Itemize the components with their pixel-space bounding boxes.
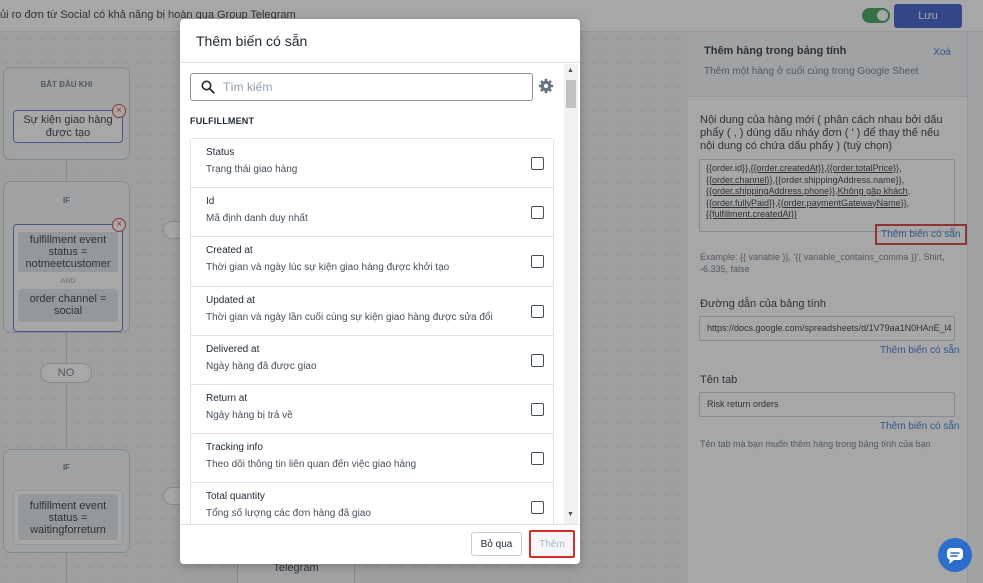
modal-scrollbar[interactable] [564, 64, 578, 524]
variable-name: Delivered at [206, 343, 260, 355]
modal-title: Thêm biến có sẵn [180, 19, 580, 63]
variable-desc: Thời gian và ngày lần cuối cùng sự kiện … [206, 311, 493, 323]
section-label: FULFILLMENT [190, 116, 255, 126]
variable-checkbox[interactable] [531, 206, 544, 220]
variable-desc: Ngày hàng đã được giao [206, 360, 317, 372]
modal-footer: Bỏ qua Thêm [180, 524, 580, 564]
variable-list: Status Trạng thái giao hàng Id Mã định d… [190, 138, 554, 524]
variable-item-delivered-at[interactable]: Delivered at Ngày hàng đã được giao [191, 335, 553, 385]
modal-body: FULFILLMENT Status Trạng thái giao hàng … [180, 64, 580, 524]
add-button[interactable]: Thêm [529, 530, 575, 558]
variable-desc: Thời gian và ngày lúc sự kiện giao hàng … [206, 262, 450, 274]
scroll-up-icon[interactable]: ▲ [567, 67, 574, 74]
variable-checkbox[interactable] [531, 452, 544, 466]
search-icon [201, 80, 215, 94]
variable-name: Status [206, 147, 235, 158]
variable-name: Total quantity [206, 491, 265, 503]
variable-desc: Theo dõi thông tin liên quan đến việc gi… [206, 459, 417, 471]
search-box[interactable] [190, 73, 533, 101]
variable-item-return-at[interactable]: Return at Ngày hàng bị trả về [191, 384, 553, 435]
chat-icon [947, 548, 963, 564]
variable-checkbox[interactable] [531, 304, 544, 318]
skip-button[interactable]: Bỏ qua [471, 532, 522, 556]
variable-desc: Tổng số lượng các đơn hàng đã giao [206, 508, 371, 520]
variable-item-tracking-info[interactable]: Tracking info Theo dõi thông tin liên qu… [191, 434, 553, 484]
scroll-down-icon[interactable]: ▼ [567, 511, 574, 518]
variable-name: Updated at [206, 294, 255, 306]
variable-item-status[interactable]: Status Trạng thái giao hàng [191, 139, 553, 189]
variable-item-created-at[interactable]: Created at Thời gian và ngày lúc sự kiện… [191, 237, 553, 287]
chat-support-button[interactable] [938, 538, 972, 572]
variable-desc: Ngày hàng bị trả về [206, 409, 293, 421]
variable-item-total-quantity[interactable]: Total quantity Tổng số lượng các đơn hàn… [191, 483, 553, 524]
variable-item-id[interactable]: Id Mã định danh duy nhất [191, 188, 553, 238]
search-input[interactable] [223, 78, 523, 96]
variable-name: Id [206, 196, 215, 208]
variable-desc: Trạng thái giao hàng [206, 164, 298, 175]
variable-checkbox[interactable] [531, 501, 544, 515]
variable-name: Tracking info [206, 442, 263, 454]
variable-desc: Mã định danh duy nhất [206, 213, 308, 225]
insert-variable-modal: Thêm biến có sẵn FULFILLMENT [180, 19, 580, 564]
variable-name: Created at [206, 245, 253, 257]
variable-checkbox[interactable] [531, 157, 544, 170]
variable-item-updated-at[interactable]: Updated at Thời gian và ngày lần cuối cù… [191, 286, 553, 336]
scrollbar-thumb[interactable] [566, 80, 576, 108]
gear-icon[interactable] [538, 78, 554, 94]
variable-checkbox[interactable] [531, 255, 544, 269]
variable-name: Return at [206, 392, 248, 404]
variable-checkbox[interactable] [531, 402, 544, 416]
variable-checkbox[interactable] [531, 353, 544, 367]
